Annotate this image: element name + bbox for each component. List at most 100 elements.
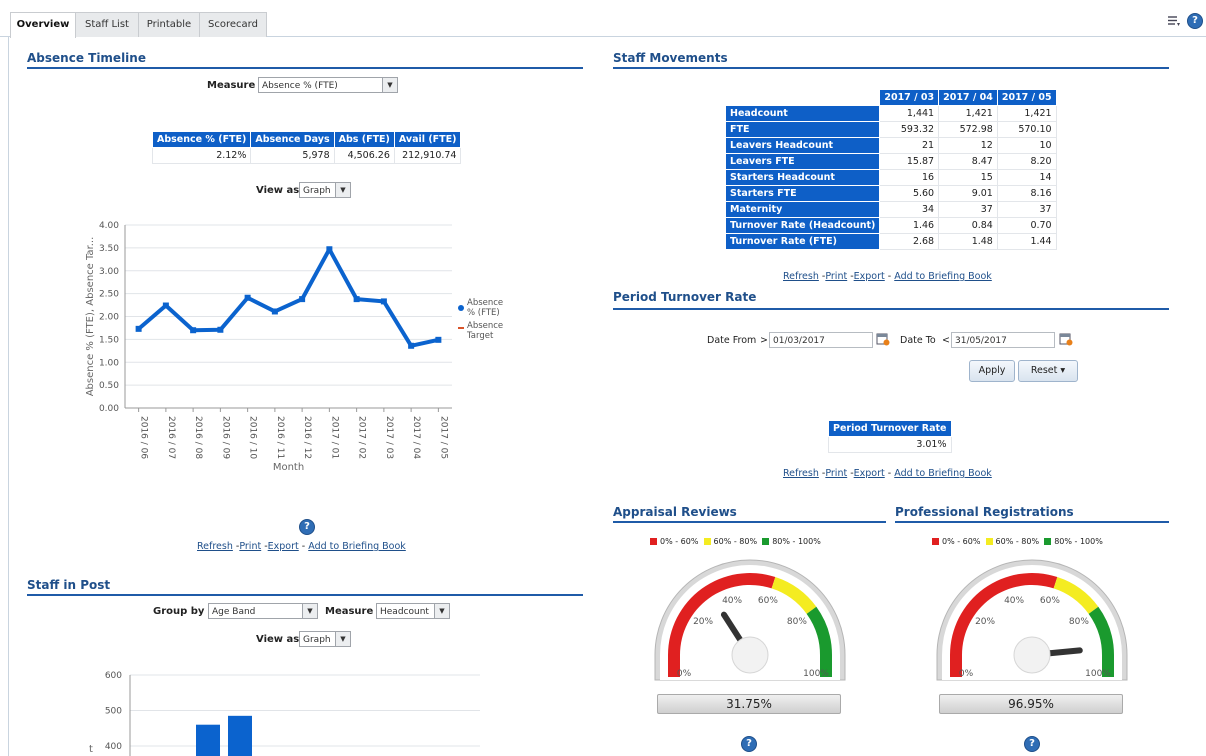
absence-timeline-rule [27,67,583,69]
apply-button[interactable]: Apply [969,360,1015,382]
tab-staff-list[interactable]: Staff List [75,12,139,37]
y-tick-label: 0.50 [99,381,119,391]
tab-overview[interactable]: Overview [10,12,76,38]
data-point[interactable] [217,326,224,333]
print-link[interactable]: Print [239,541,261,552]
legend-item: Absence Target [466,321,503,341]
dropdown-arrow-icon: ▼ [434,604,449,618]
briefing-link[interactable]: Add to Briefing Book [894,468,992,479]
x-tick-label: 2017 / 03 [384,416,394,459]
table-cell: 34 [879,201,940,218]
appraisal-reviews-title: Appraisal Reviews [613,505,737,519]
gauge-tick-label: 80% [787,617,807,627]
x-tick-label: 2016 / 08 [193,416,203,459]
data-point[interactable] [326,246,333,253]
legend-item: 0% - 60% [660,537,699,546]
table-cell: 37 [996,201,1057,218]
y-axis-label: Absence % (FTE), Absence Tar... [85,237,96,397]
absence-timeline-chart: 0.00 0.50 1.00 1.50 2.00 2.50 3.00 3.50 4.00 2016… [85,221,503,473]
bar[interactable] [228,715,252,756]
data-point[interactable] [244,294,251,301]
left-border [8,36,9,756]
staff-movements-table: 2017 / 03 2017 / 04 2017 / 05 Headcount 1… [724,89,1057,250]
measure-select[interactable]: Absence % (FTE) ▼ [258,77,398,93]
data-point[interactable] [353,296,360,303]
measure-select[interactable]: Headcount ▼ [376,603,450,619]
data-point[interactable] [190,327,197,334]
briefing-link[interactable]: Add to Briefing Book [894,271,992,282]
table-cell: 1.48 [938,233,998,250]
refresh-link[interactable]: Refresh [197,541,233,552]
help-icon[interactable]: ? [741,736,757,752]
calendar-icon[interactable] [876,332,890,349]
summary-header: Absence % (FTE) [151,131,252,148]
table-cell: 16 [879,169,940,186]
table-cell: 9.01 [938,185,998,202]
gauge-tick-label: 20% [693,617,713,627]
briefing-link[interactable]: Add to Briefing Book [308,541,406,552]
data-point[interactable] [435,336,442,343]
date-from-label: Date From [707,335,757,346]
table-row: Starters FTE 5.60 9.01 8.16 [724,185,1057,202]
export-link[interactable]: Export [268,541,299,552]
red-swatch [650,538,657,545]
yellow-swatch [985,538,993,545]
data-point[interactable] [135,325,142,332]
y-tick-label: 500 [105,707,122,717]
gauge-tick-label: 80% [1069,617,1089,627]
group-by-select[interactable]: Age Band ▼ [208,603,318,619]
y-tick-label: 0.00 [99,404,119,414]
data-point[interactable] [299,296,306,303]
bar[interactable] [196,724,220,756]
view-as-select[interactable]: Graph ▼ [299,182,351,198]
view-as-select[interactable]: Graph ▼ [299,631,351,647]
date-to-operator: < [942,335,950,346]
data-point[interactable] [271,308,278,315]
tab-scorecard[interactable]: Scorecard [199,12,267,37]
data-point[interactable] [162,302,169,309]
export-link[interactable]: Export [854,468,885,479]
calendar-icon[interactable] [1059,332,1073,349]
measure-select-value: Headcount [380,607,429,617]
table-cell: 8.47 [938,153,998,170]
date-from-operator: > [760,335,768,346]
row-header: Maternity [724,201,881,218]
y-tick-label: 2.00 [99,313,119,323]
data-point[interactable] [408,342,415,349]
help-icon[interactable]: ? [299,519,315,535]
print-link[interactable]: Print [825,468,847,479]
row-header: Starters FTE [724,185,881,202]
reset-button[interactable]: Reset ▾ [1018,360,1078,382]
export-link[interactable]: Export [854,271,885,282]
table-cell: 570.10 [996,121,1057,138]
period-turnover-header: Period Turnover Rate [828,420,952,437]
date-from-input[interactable]: 01/03/2017 [769,332,873,348]
yellow-swatch [703,538,711,545]
gauge-tick-label: 100% [803,669,829,679]
professional-registrations-rule [895,521,1169,523]
table-cell: 1.44 [996,233,1057,250]
tab-printable[interactable]: Printable [138,12,200,37]
data-point[interactable] [380,298,387,305]
help-icon[interactable]: ? [1187,13,1203,29]
series-line [137,247,439,348]
refresh-link[interactable]: Refresh [783,468,819,479]
print-link[interactable]: Print [825,271,847,282]
refresh-link[interactable]: Refresh [783,271,819,282]
measure-label: Measure [325,606,374,617]
x-tick-label: 2017 / 01 [329,416,339,459]
table-cell: 8.20 [996,153,1057,170]
x-axis-label: Month [273,462,304,473]
list-settings-icon[interactable] [1167,14,1181,31]
help-icon[interactable]: ? [1024,736,1040,752]
dropdown-arrow-icon: ▼ [302,604,317,618]
y-tick-label: 3.00 [99,267,119,277]
x-tick-label: 2016 / 06 [139,416,149,459]
y-tick-label: 600 [105,671,122,681]
table-row: Leavers FTE 15.87 8.47 8.20 [724,153,1057,170]
row-header: Turnover Rate (Headcount) [724,217,881,234]
y-tick-label: 2.50 [99,290,119,300]
measure-label: Measure [207,80,256,91]
date-to-input[interactable]: 31/05/2017 [951,332,1055,348]
legend-item: 60% - 80% [713,537,758,546]
